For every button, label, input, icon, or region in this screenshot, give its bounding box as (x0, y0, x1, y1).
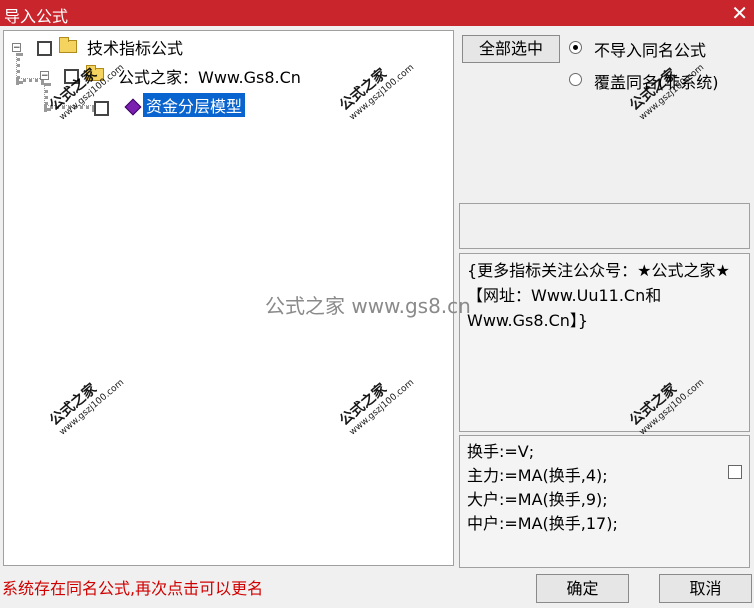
formula-code: 换手:=V; 主力:=MA(换手,4); 大户:=MA(换手,9); 中户:=M… (467, 440, 618, 536)
description-text: {更多指标关注公众号：★公式之家★【网址：Www.Uu11.Cn和Www.Gs8… (467, 261, 730, 330)
folder-icon (59, 37, 77, 53)
formula-gem-icon (124, 98, 142, 116)
root-expander-icon[interactable]: − (12, 43, 21, 53)
status-message: 系统存在同名公式,再次点击可以更名 (2, 579, 264, 598)
code-line: 大户:=MA(换手,9); (467, 490, 608, 509)
code-line: 主力:=MA(换手,4); (467, 466, 608, 485)
leaf-checkbox[interactable] (94, 101, 109, 116)
root-checkbox[interactable] (37, 41, 52, 56)
cancel-button[interactable]: 取消 (659, 574, 752, 603)
no-import-same-radio[interactable] (569, 41, 582, 54)
code-line: 中户:=MA(换手,17); (467, 514, 618, 533)
overwrite-same-radio[interactable] (569, 73, 582, 86)
center-watermark: 公式之家 www.gs8.cn (265, 294, 471, 318)
select-all-button[interactable]: 全部选中 (462, 35, 560, 63)
close-icon[interactable]: ✕ (731, 0, 748, 26)
leaf-node-label[interactable]: 资金分层模型 (143, 93, 246, 117)
code-box-checkbox[interactable] (728, 465, 742, 479)
code-line: 换手:=V; (467, 442, 535, 461)
title-bar: 导入公式 ✕ (0, 0, 754, 26)
window-title: 导入公式 (4, 7, 69, 26)
child-node-label[interactable]: 公式之家：Www.Gs8.Cn (118, 64, 301, 88)
ok-button[interactable]: 确定 (536, 574, 629, 603)
name-field[interactable] (459, 203, 750, 249)
child-expander-icon[interactable]: − (40, 71, 49, 81)
